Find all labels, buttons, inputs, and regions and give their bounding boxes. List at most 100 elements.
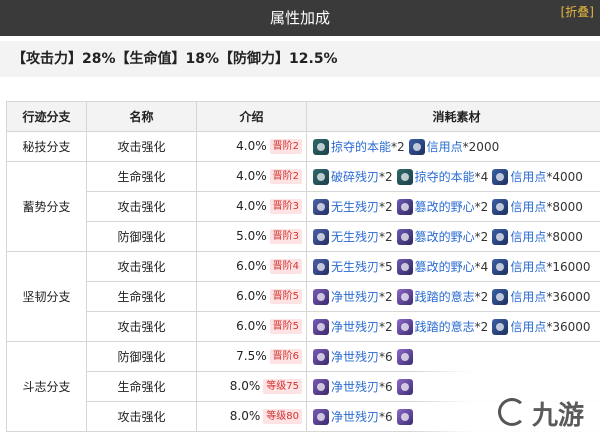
material-item: 践踏的意志*2 bbox=[396, 288, 488, 305]
material-quantity: *2 bbox=[379, 170, 393, 184]
material-link[interactable]: 信用点 bbox=[510, 170, 546, 184]
material-link[interactable]: 净世残刃 bbox=[331, 290, 379, 304]
ambit-material-icon[interactable] bbox=[396, 199, 413, 215]
requirement-tag: 晋阶5 bbox=[269, 289, 302, 304]
cred-material-icon[interactable] bbox=[492, 169, 509, 185]
wind-material-icon[interactable] bbox=[313, 139, 329, 155]
pure-material-icon[interactable] bbox=[313, 379, 329, 395]
table-row: 蓄势分支 生命强化 4.0% 晋阶2 破碎残刃*2 掠夺的本能*4 信用点*4000 bbox=[6, 161, 600, 252]
section-header: 属性加成 [折叠] bbox=[0, 0, 600, 36]
material-link[interactable]: 无生残刃 bbox=[331, 260, 379, 274]
table-row: 防御强化 5.0% 晋阶3 无生残刃*2 篡改的野心*2 信用点*8000 bbox=[7, 221, 600, 252]
trace-intro: 4.0% 晋阶2 bbox=[196, 131, 307, 162]
blade-material-icon[interactable] bbox=[313, 259, 329, 275]
trace-name: 生命强化 bbox=[86, 281, 197, 312]
materials-cell: 无生残刃*2 篡改的野心*2 信用点*8000 bbox=[306, 191, 600, 222]
trace-name: 攻击强化 bbox=[86, 311, 197, 342]
material-link[interactable]: 篡改的野心 bbox=[415, 200, 475, 214]
trace-name: 攻击强化 bbox=[86, 401, 197, 432]
material-link[interactable]: 掠夺的本能 bbox=[331, 140, 391, 154]
material-item: 篡改的野心*4 bbox=[396, 258, 489, 275]
pure-material-icon[interactable] bbox=[313, 319, 329, 335]
requirement-tag: 晋阶3 bbox=[269, 229, 302, 244]
material-quantity: *6 bbox=[379, 410, 393, 424]
trace-name: 生命强化 bbox=[86, 161, 197, 192]
material-item bbox=[396, 379, 415, 395]
trace-name: 防御强化 bbox=[86, 341, 197, 372]
materials-cell: 无生残刃*5 篡改的野心*4 信用点*16000 bbox=[306, 251, 600, 282]
trace-intro: 6.0% 晋阶5 bbox=[196, 311, 307, 342]
header-name: 名称 bbox=[86, 101, 197, 132]
requirement-tag: 晋阶6 bbox=[269, 349, 302, 364]
material-link[interactable]: 信用点 bbox=[427, 140, 463, 154]
material-link[interactable]: 净世残刃 bbox=[331, 350, 379, 364]
material-quantity: *2 bbox=[474, 200, 489, 214]
cred-material-icon[interactable] bbox=[492, 319, 509, 335]
pure-material-icon[interactable] bbox=[313, 349, 329, 365]
material-link[interactable]: 无生残刃 bbox=[331, 230, 379, 244]
collapse-button[interactable]: [折叠] bbox=[561, 5, 594, 19]
material-link[interactable]: 净世残刃 bbox=[331, 380, 379, 394]
will-material-icon[interactable] bbox=[396, 349, 413, 365]
cred-material-icon[interactable] bbox=[492, 229, 509, 245]
cred-material-icon[interactable] bbox=[408, 139, 425, 155]
cred-material-icon[interactable] bbox=[492, 289, 509, 305]
material-quantity: *2000 bbox=[462, 140, 500, 154]
material-link[interactable]: 篡改的野心 bbox=[415, 230, 475, 244]
material-link[interactable]: 破碎残刃 bbox=[331, 170, 379, 184]
bonus-value: 6.0% bbox=[236, 289, 267, 303]
material-item: 无生残刃*2 bbox=[313, 228, 393, 245]
blade-material-icon[interactable] bbox=[313, 229, 329, 245]
material-link[interactable]: 信用点 bbox=[510, 260, 546, 274]
material-quantity: *6 bbox=[379, 350, 393, 364]
branch-cell: 坚韧分支 bbox=[6, 251, 87, 342]
material-link[interactable]: 信用点 bbox=[510, 290, 546, 304]
material-quantity: *4 bbox=[474, 260, 489, 274]
material-item: 无生残刃*2 bbox=[313, 198, 393, 215]
ambit-material-icon[interactable] bbox=[396, 259, 413, 275]
will-material-icon[interactable] bbox=[396, 379, 413, 395]
trace-intro: 6.0% 晋阶4 bbox=[196, 251, 307, 282]
material-quantity: *36000 bbox=[546, 320, 591, 334]
material-quantity: *2 bbox=[474, 230, 489, 244]
trace-table: 行迹分支 名称 介绍 消耗素材 秘技分支 攻击强化 4.0% 晋阶2 掠夺的本能*2 信用… bbox=[6, 101, 600, 432]
cred-material-icon[interactable] bbox=[492, 259, 509, 275]
material-item: 净世残刃*6 bbox=[313, 408, 393, 425]
material-link[interactable]: 信用点 bbox=[510, 230, 546, 244]
material-link[interactable]: 践踏的意志 bbox=[415, 320, 475, 334]
material-link[interactable]: 篡改的野心 bbox=[415, 260, 475, 274]
material-quantity: *2 bbox=[379, 290, 393, 304]
material-item: 信用点*36000 bbox=[492, 288, 591, 305]
cred-material-icon[interactable] bbox=[492, 199, 509, 215]
table-row: 斗志分支 防御强化 7.5% 晋阶6 净世残刃*6 bbox=[6, 341, 600, 432]
material-link[interactable]: 无生残刃 bbox=[331, 200, 379, 214]
will-material-icon[interactable] bbox=[396, 319, 413, 335]
ambit-material-icon[interactable] bbox=[396, 229, 413, 245]
materials-cell: 无生残刃*2 篡改的野心*2 信用点*8000 bbox=[306, 221, 600, 252]
material-quantity: *5 bbox=[379, 260, 393, 274]
table-row: 生命强化 6.0% 晋阶5 净世残刃*2 践踏的意志*2 信用点*36000 bbox=[7, 281, 600, 312]
bonus-value: 4.0% bbox=[236, 169, 267, 183]
material-link[interactable]: 掠夺的本能 bbox=[415, 170, 475, 184]
material-item: 掠夺的本能*2 bbox=[313, 138, 405, 155]
bonus-value: 7.5% bbox=[236, 349, 267, 363]
bonus-value: 5.0% bbox=[236, 229, 267, 243]
requirement-tag: 晋阶2 bbox=[269, 169, 302, 184]
material-quantity: *6 bbox=[379, 380, 393, 394]
pure-material-icon[interactable] bbox=[313, 289, 329, 305]
blade-material-icon[interactable] bbox=[313, 199, 329, 215]
material-item bbox=[396, 349, 415, 365]
pure-material-icon[interactable] bbox=[313, 409, 329, 425]
will-material-icon[interactable] bbox=[396, 289, 413, 305]
material-link[interactable]: 净世残刃 bbox=[331, 410, 379, 424]
material-item: 净世残刃*6 bbox=[313, 378, 393, 395]
material-link[interactable]: 践踏的意志 bbox=[415, 290, 475, 304]
bonus-value: 4.0% bbox=[236, 139, 267, 153]
material-link[interactable]: 信用点 bbox=[510, 200, 546, 214]
bonus-value: 6.0% bbox=[236, 259, 267, 273]
will-material-icon[interactable] bbox=[396, 409, 413, 425]
material-link[interactable]: 净世残刃 bbox=[331, 320, 379, 334]
wind-material-icon[interactable] bbox=[313, 169, 329, 185]
wind-material-icon[interactable] bbox=[396, 169, 413, 185]
material-link[interactable]: 信用点 bbox=[510, 320, 546, 334]
